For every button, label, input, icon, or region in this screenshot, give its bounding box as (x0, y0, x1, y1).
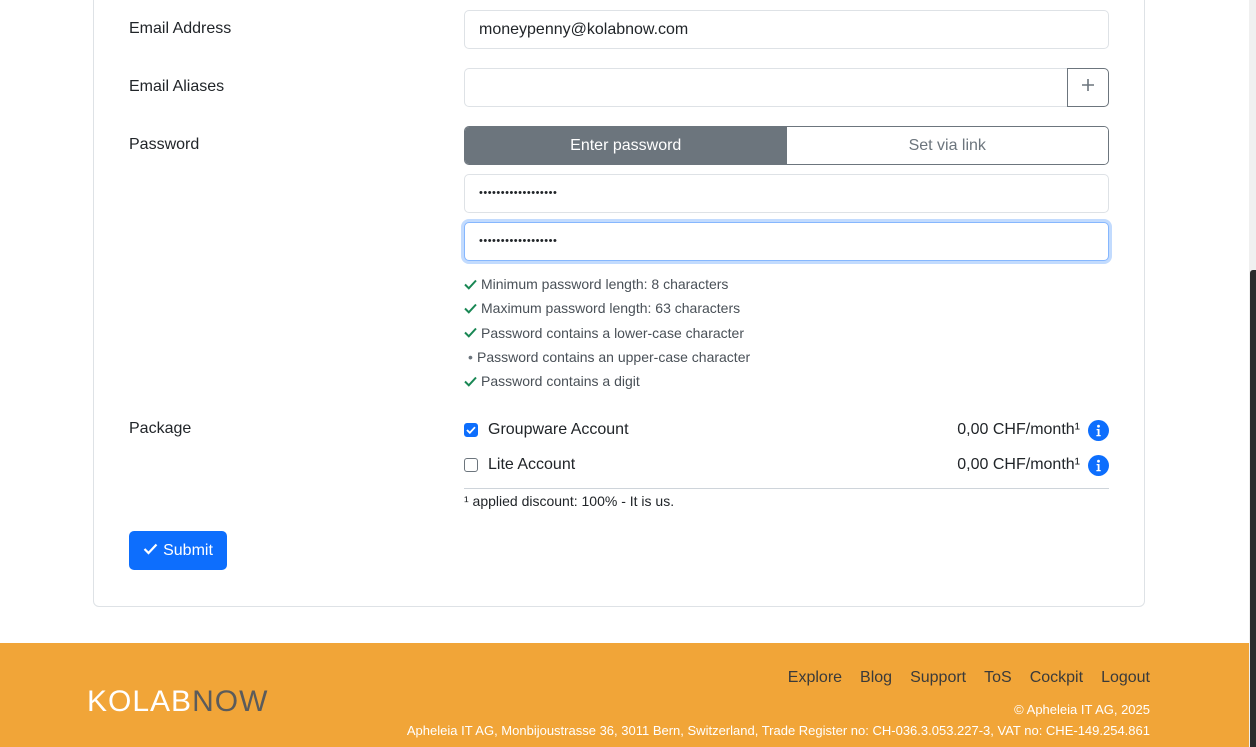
package-option-groupware: Groupware Account 0,00 CHF/month¹ (464, 418, 1109, 442)
package-option-lite: Lite Account 0,00 CHF/month¹ (464, 453, 1109, 477)
password-rule-text: Password contains an upper-case characte… (477, 349, 751, 366)
package-divider (464, 488, 1109, 489)
submit-button[interactable]: Submit (129, 531, 227, 570)
kolabnow-logo[interactable]: KOLAB NOW (87, 685, 268, 719)
lite-checkbox[interactable] (464, 458, 478, 472)
password-rule-text: Password contains a lower-case character (481, 324, 745, 341)
password-rule-text: Minimum password length: 8 characters (481, 276, 729, 293)
email-label: Email Address (129, 20, 232, 37)
plus-icon (1081, 78, 1095, 97)
check-icon (464, 303, 481, 314)
package-name: Lite Account (488, 456, 576, 473)
check-icon (143, 542, 158, 560)
password-label: Password (129, 136, 200, 153)
password-confirm-field[interactable]: •••••••••••••••••• (464, 222, 1109, 261)
password-rule: • Password contains an upper-case charac… (464, 345, 750, 369)
info-icon[interactable] (1088, 454, 1109, 476)
copyright: © Apheleia IT AG, 2025 (1014, 702, 1150, 717)
package-name: Groupware Account (488, 421, 629, 438)
footer-link-cockpit[interactable]: Cockpit (1030, 669, 1083, 687)
enter-password-option[interactable]: Enter password (465, 127, 787, 164)
footer-link-tos[interactable]: ToS (984, 669, 1012, 687)
logo-text-kolab: KOLAB (87, 685, 193, 718)
password-rule-text: Password contains a digit (481, 373, 640, 390)
password-rules-list: Minimum password length: 8 characters Ma… (464, 272, 750, 393)
logo-text-now: NOW (192, 685, 269, 718)
check-icon (464, 376, 481, 387)
groupware-checkbox[interactable] (464, 423, 478, 437)
password-rule: Minimum password length: 8 characters (464, 272, 750, 296)
package-price: 0,00 CHF/month¹ (957, 421, 1080, 438)
discount-note: ¹ applied discount: 100% - It is us. (464, 493, 675, 509)
password-field[interactable]: •••••••••••••••••• (464, 174, 1109, 213)
aliases-label: Email Aliases (129, 78, 225, 95)
footer: KOLAB NOW Explore Blog Support ToS Cockpi… (0, 643, 1249, 747)
password-rule: Maximum password length: 63 characters (464, 296, 750, 320)
footer-link-blog[interactable]: Blog (860, 669, 892, 687)
footer-link-support[interactable]: Support (910, 669, 966, 687)
bullet-icon: • (468, 349, 473, 366)
password-mode-toggle: Enter password Set via link (464, 126, 1109, 165)
company-address: Apheleia IT AG, Monbijoustrasse 36, 3011… (406, 723, 1150, 738)
password-rule: Password contains a lower-case character (464, 321, 750, 345)
info-icon[interactable] (1088, 419, 1109, 441)
check-icon (464, 279, 481, 290)
check-icon (464, 327, 481, 338)
package-price: 0,00 CHF/month¹ (957, 456, 1080, 473)
footer-link-logout[interactable]: Logout (1101, 669, 1150, 687)
password-rule-text: Maximum password length: 63 characters (481, 300, 741, 317)
footer-link-explore[interactable]: Explore (788, 669, 842, 687)
package-label: Package (129, 420, 192, 437)
submit-label: Submit (163, 541, 213, 559)
scrollbar-thumb[interactable] (1250, 270, 1256, 747)
set-via-link-option[interactable]: Set via link (786, 127, 1108, 164)
aliases-input-group (464, 68, 1109, 107)
add-alias-button[interactable] (1067, 68, 1109, 107)
footer-nav: Explore Blog Support ToS Cockpit Logout (788, 669, 1150, 687)
password-rule: Password contains a digit (464, 369, 750, 393)
aliases-input[interactable] (464, 68, 1068, 107)
email-field[interactable]: moneypenny@kolabnow.com (464, 10, 1109, 49)
